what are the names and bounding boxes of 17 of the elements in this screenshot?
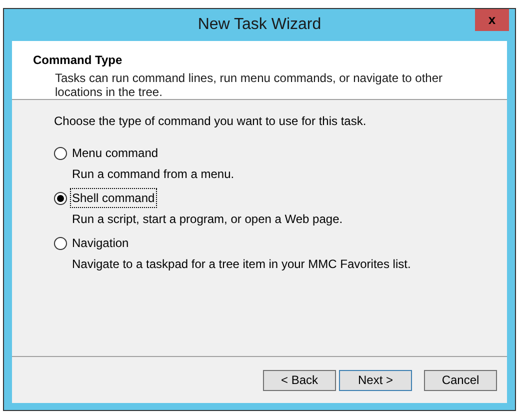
- dialog-button[interactable]: < Back: [263, 370, 336, 390]
- prompt-text: Choose the type of command you want to use for this task.: [54, 113, 368, 130]
- radio-option[interactable]: Shell command: [54, 189, 156, 207]
- radio-option[interactable]: Menu command: [54, 144, 160, 162]
- option-description: Run a script, start a program, or open a Web page.: [71, 211, 344, 228]
- option-description: Navigate to a taskpad for a tree item in your MMC Favorites list.: [71, 256, 412, 273]
- close-button[interactable]: x: [475, 9, 509, 31]
- radio-button[interactable]: [54, 146, 67, 160]
- header-title: Command Type: [33, 52, 124, 69]
- header-description: Tasks can run command lines, run menu commands, or navigate to other locations in the tree.: [54, 71, 444, 99]
- radio-option[interactable]: Navigation: [54, 234, 130, 252]
- dialog-button[interactable]: Cancel: [424, 370, 497, 390]
- radio-button[interactable]: [54, 236, 67, 250]
- dialog-button[interactable]: Next >: [339, 370, 412, 390]
- window-title: New Task Wizard: [198, 15, 322, 35]
- option-description: Run a command from a menu.: [71, 166, 236, 183]
- radio-button[interactable]: [54, 192, 67, 204]
